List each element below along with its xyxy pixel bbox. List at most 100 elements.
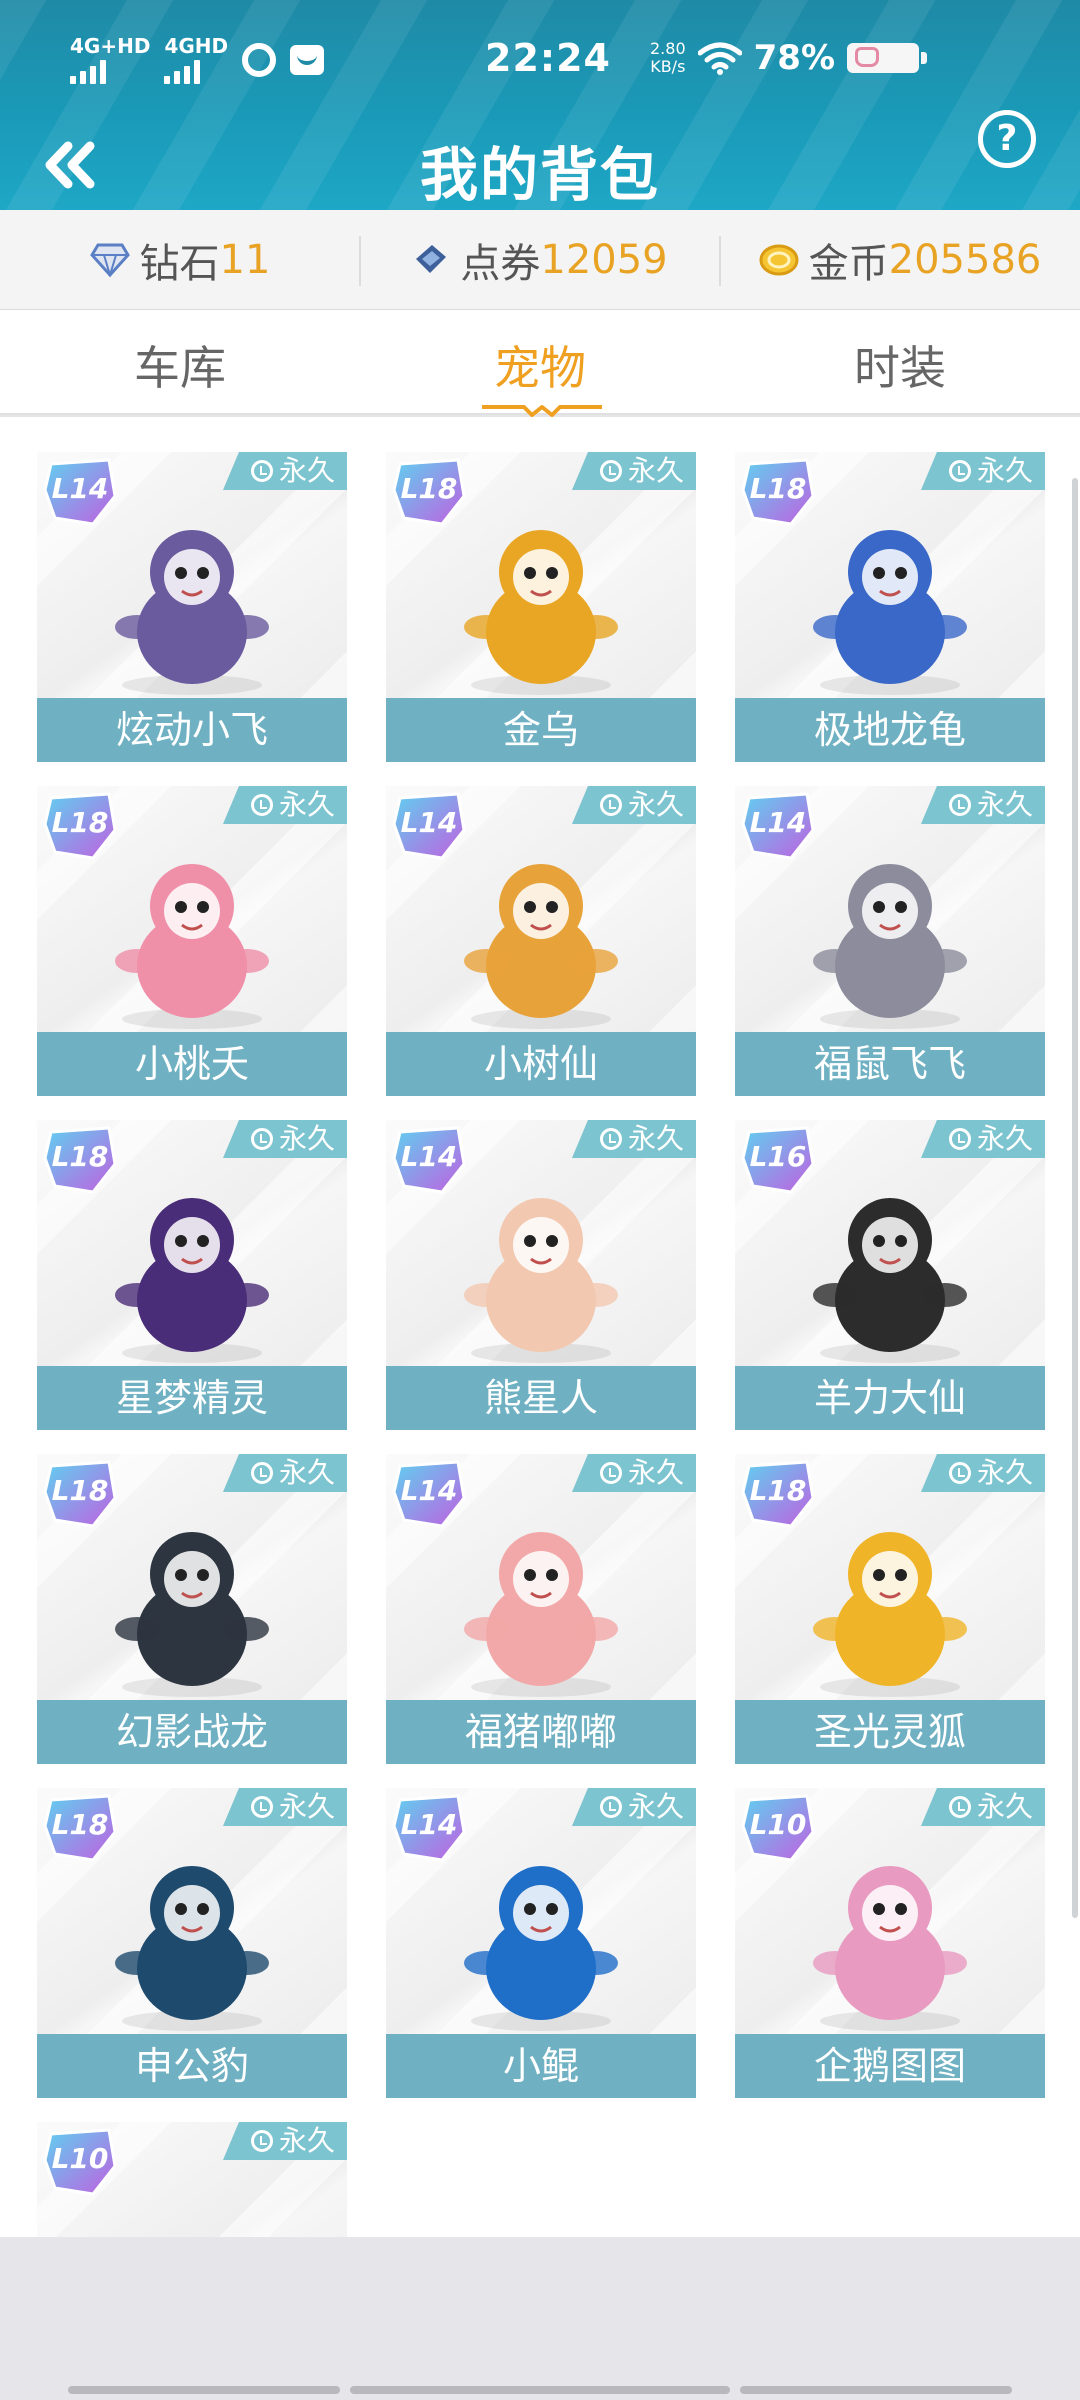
- permanent-label: 永久: [627, 788, 684, 821]
- pet-level: L18: [749, 1474, 807, 1507]
- pet-name: 金乌: [386, 698, 696, 762]
- clock-icon: [599, 794, 622, 816]
- pet-level: L14: [400, 1474, 458, 1507]
- pet-name: 幻影战龙: [37, 1700, 347, 1764]
- pet-image: [464, 1532, 618, 1697]
- currency-gold: 金币 205586: [720, 210, 1080, 310]
- network-speed: 2.80 KB/s: [650, 40, 686, 76]
- currency-bar: 钻石 11 点券 12059 金币 205586: [0, 210, 1080, 310]
- nav-gesture-bar[interactable]: [740, 2386, 1012, 2394]
- clock-icon: [250, 794, 273, 816]
- pet-name: 熊星人: [386, 1366, 696, 1430]
- active-tab-indicator: [482, 405, 602, 417]
- permanent-tag: 永久: [222, 1454, 347, 1492]
- pet-image: [464, 1198, 618, 1363]
- pet-image: [115, 1198, 269, 1363]
- nav-gesture-bar[interactable]: [68, 2386, 340, 2394]
- battery-icon: [847, 43, 928, 73]
- scrollbar[interactable]: [1072, 478, 1078, 1918]
- pet-card[interactable]: L18 永久 圣光灵狐: [735, 1454, 1045, 1764]
- permanent-label: 永久: [627, 454, 684, 487]
- pet-image: [92, 2177, 292, 2237]
- network-type-1: 4G+HD: [70, 34, 151, 58]
- pet-level: L14: [400, 1140, 458, 1173]
- pet-name: 极地龙龟: [735, 698, 1045, 762]
- pet-card[interactable]: L14 永久 小树仙: [386, 786, 696, 1096]
- clock-icon: [250, 1462, 273, 1484]
- pet-name: 星梦精灵: [37, 1366, 347, 1430]
- currency-coupon: 点券 12059: [360, 210, 720, 310]
- pet-name: 小树仙: [386, 1032, 696, 1096]
- permanent-label: 永久: [278, 788, 335, 821]
- pet-card[interactable]: L10 永久: [37, 2122, 347, 2237]
- clock-icon: [250, 2130, 273, 2152]
- pet-card[interactable]: L18 永久 申公豹: [37, 1788, 347, 2098]
- permanent-tag: 永久: [920, 1788, 1045, 1826]
- clock-icon: [599, 1796, 622, 1818]
- pet-image: [813, 1198, 967, 1363]
- pet-level: L14: [51, 472, 109, 505]
- permanent-label: 永久: [278, 1122, 335, 1155]
- clock-icon: [948, 1128, 971, 1150]
- permanent-label: 永久: [278, 2124, 335, 2157]
- status-time: 22:24: [485, 36, 611, 80]
- gold-value: 205586: [888, 237, 1042, 283]
- clock-icon: [250, 460, 273, 482]
- coupon-value: 12059: [540, 237, 668, 283]
- permanent-tag: 永久: [571, 452, 696, 490]
- pet-card[interactable]: L18 永久 幻影战龙: [37, 1454, 347, 1764]
- pet-name: 小桃夭: [37, 1032, 347, 1096]
- signal-1: 4G+HD: [70, 36, 150, 84]
- permanent-label: 永久: [976, 788, 1033, 821]
- pet-card[interactable]: L14 永久福猪嘟嘟: [386, 1454, 696, 1764]
- pet-grid: L14 永久 炫动小飞 L18 永久 金乌 L18 永久 极地龙龟 L18 永久 小桃夭 L14 永久 小树…: [0, 417, 1080, 2237]
- pet-image: [115, 864, 269, 1029]
- clock-icon: [250, 1128, 273, 1150]
- clock-icon: [250, 1796, 273, 1818]
- pet-card[interactable]: L14 永久 熊星人: [386, 1120, 696, 1430]
- clock-icon: [948, 460, 971, 482]
- permanent-label: 永久: [976, 1456, 1033, 1489]
- tab-pets[interactable]: 宠物: [360, 332, 720, 398]
- permanent-label: 永久: [976, 1122, 1033, 1155]
- pet-card[interactable]: L18 永久 极地龙龟: [735, 452, 1045, 762]
- coupon-icon: [416, 245, 447, 273]
- pet-card[interactable]: L14 永久 小鲲: [386, 1788, 696, 2098]
- coupon-label: 点券: [460, 241, 541, 287]
- tab-garage[interactable]: 车库: [0, 332, 360, 398]
- pet-image: [813, 530, 967, 695]
- pet-name: 福猪嘟嘟: [386, 1700, 696, 1764]
- pet-level: L18: [51, 1140, 109, 1173]
- clock-icon: [599, 1128, 622, 1150]
- pet-card[interactable]: L16 永久 羊力大仙: [735, 1120, 1045, 1430]
- permanent-tag: 永久: [920, 1454, 1045, 1492]
- clock-icon: [599, 1462, 622, 1484]
- pet-card[interactable]: L18 永久小桃夭: [37, 786, 347, 1096]
- signal-bars-icon: [70, 58, 106, 84]
- network-type-2: 4GHD: [164, 34, 229, 58]
- pet-card[interactable]: L10 永久 企鹅图图: [735, 1788, 1045, 2098]
- pet-card[interactable]: L18 永久星梦精灵: [37, 1120, 347, 1430]
- gold-coin-icon: [759, 244, 799, 276]
- pet-card[interactable]: L18 永久 金乌: [386, 452, 696, 762]
- wifi-icon: [697, 42, 742, 75]
- pet-level: L14: [749, 806, 807, 839]
- permanent-tag: 永久: [222, 786, 347, 824]
- clock-icon: [948, 1462, 971, 1484]
- pet-card[interactable]: L14 永久 炫动小飞: [37, 452, 347, 762]
- permanent-tag: 永久: [571, 1788, 696, 1826]
- pet-level: L10: [749, 1808, 807, 1841]
- battery-percent: 78%: [753, 38, 836, 78]
- permanent-tag: 永久: [222, 2122, 347, 2160]
- help-button[interactable]: ?: [978, 110, 1036, 168]
- pet-image: [115, 530, 269, 695]
- permanent-label: 永久: [627, 1456, 684, 1489]
- currency-diamond: 钻石 11: [0, 210, 360, 310]
- pet-image: [464, 530, 618, 695]
- permanent-label: 永久: [278, 1456, 335, 1489]
- pet-level: L18: [51, 806, 109, 839]
- nav-gesture-bar[interactable]: [350, 2386, 730, 2394]
- pet-card[interactable]: L14 永久 福鼠飞飞: [735, 786, 1045, 1096]
- pet-image: [813, 864, 967, 1029]
- tab-fashion[interactable]: 时装: [720, 332, 1080, 398]
